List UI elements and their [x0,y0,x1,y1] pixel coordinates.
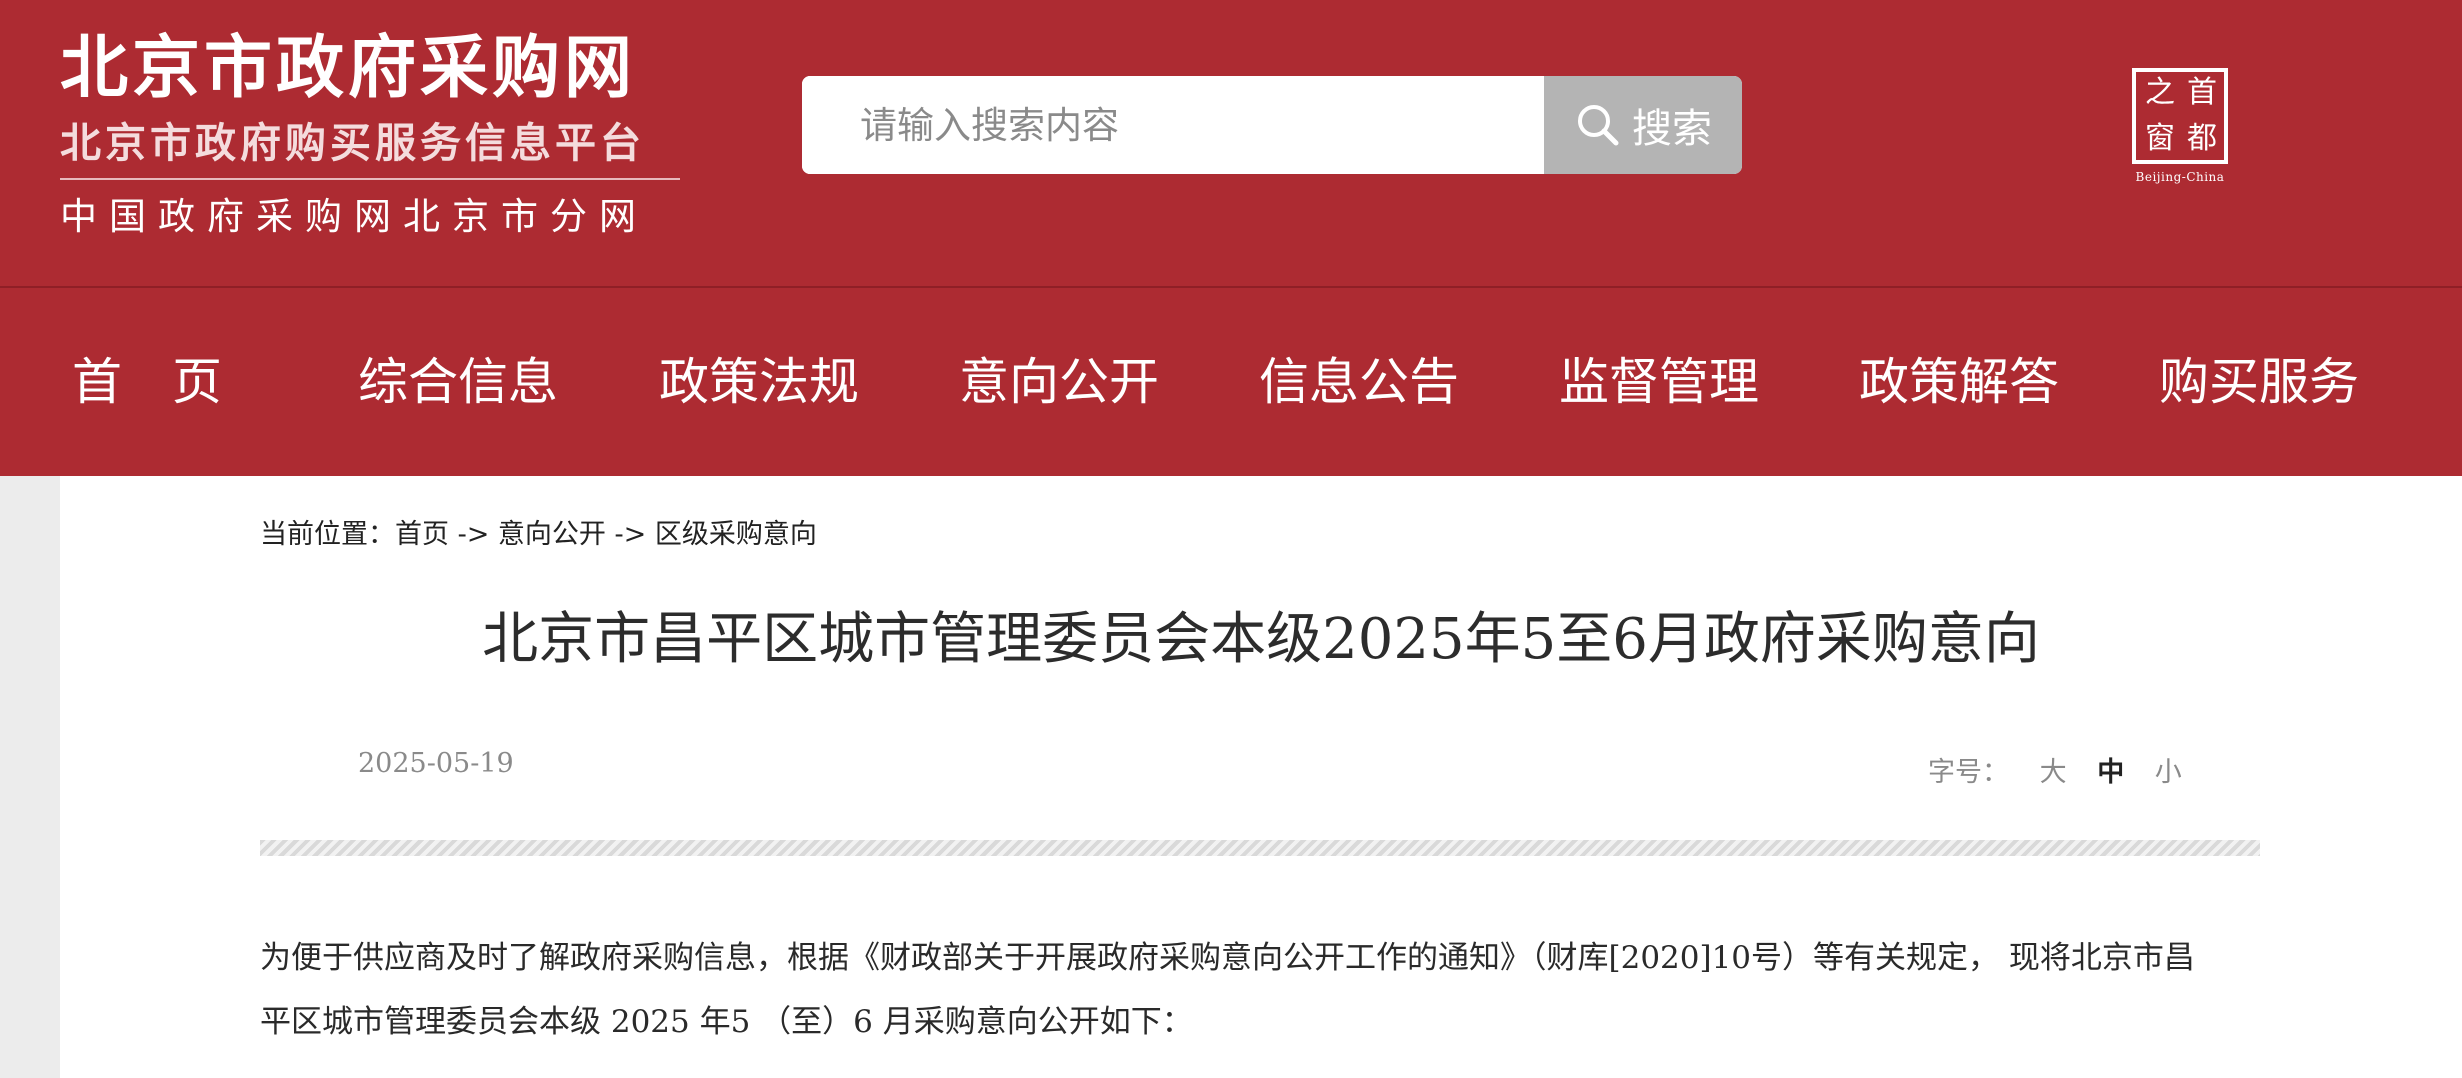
breadcrumb-separator: -> [449,519,498,550]
search-button-label: 搜索 [1632,106,1712,152]
site-logo[interactable]: 北京市政府采购网 北京市政府购买服务信息平台 中国政府采购网北京市分网 [60,24,680,240]
nav-item-supervision[interactable]: 监督管理 [1559,288,1759,476]
logo-subtitle-secondary: 中国政府采购网北京市分网 [60,195,648,238]
publish-date: 2025-05-19 [358,748,514,779]
nav-item-policy-answers[interactable]: 政策解答 [1859,288,2059,476]
logo-subtitle: 北京市政府购买服务信息平台 [60,119,645,167]
emblem-seal: 之 首 窗 都 [2132,68,2228,164]
nav-item-policies[interactable]: 政策法规 [659,288,859,476]
body-line: 平区城市管理委员会本级 2025 年5 （至）6 月采购意向公开如下： [260,1004,1193,1040]
font-size-control: 字号： 大 中 小 [1928,750,2182,789]
title-divider [260,840,2260,856]
breadcrumb: 当前位置：首页 -> 意向公开 -> 区级采购意向 [260,512,817,551]
search-input[interactable] [802,76,1544,174]
font-size-small[interactable]: 小 [2155,750,2182,789]
breadcrumb-home[interactable]: 首页 [395,519,449,550]
breadcrumb-separator: -> [605,519,655,550]
emblem-char: 都 [2187,121,2217,156]
nav-item-home[interactable]: 首 页 [72,288,222,476]
article-title: 北京市昌平区城市管理委员会本级2025年5至6月政府采购意向 [482,607,2040,672]
emblem-char: 窗 [2145,121,2175,156]
main-nav: 首 页 综合信息 政策法规 意向公开 信息公告 监督管理 政策解答 购买服务 [0,288,2462,476]
article-container: 当前位置：首页 -> 意向公开 -> 区级采购意向 北京市昌平区城市管理委员会本… [60,476,2462,1078]
search-icon [1578,105,1619,146]
search-box: 搜索 [802,76,1742,174]
font-size-large[interactable]: 大 [2040,750,2067,789]
search-button[interactable]: 搜索 [1544,76,1742,174]
nav-item-general-info[interactable]: 综合信息 [358,288,558,476]
article-body: 为便于供应商及时了解政府采购信息，根据《财政部关于开展政府采购意向公开工作的通知… [260,926,2300,1054]
breadcrumb-district-intent[interactable]: 区级采购意向 [655,519,817,550]
body-line: 为便于供应商及时了解政府采购信息，根据《财政部关于开展政府采购意向公开工作的通知… [260,940,2195,976]
font-size-label: 字号： [1928,757,2009,788]
nav-item-purchase-services[interactable]: 购买服务 [2159,288,2359,476]
nav-item-announcements[interactable]: 信息公告 [1259,288,1459,476]
logo-divider [60,178,680,180]
emblem-caption: Beijing-China [2135,170,2225,184]
site-header: 北京市政府采购网 北京市政府购买服务信息平台 中国政府采购网北京市分网 搜索 之… [0,0,2462,288]
breadcrumb-prefix: 当前位置： [260,519,395,550]
emblem-char: 之 [2145,75,2175,110]
font-size-medium[interactable]: 中 [2097,750,2124,789]
nav-item-intent-disclosure[interactable]: 意向公开 [959,288,1159,476]
capital-window-emblem[interactable]: 之 首 窗 都 Beijing-China [2130,68,2230,186]
emblem-char: 首 [2187,75,2217,110]
logo-title: 北京市政府采购网 [60,29,637,108]
breadcrumb-intent-disclosure[interactable]: 意向公开 [498,519,606,550]
